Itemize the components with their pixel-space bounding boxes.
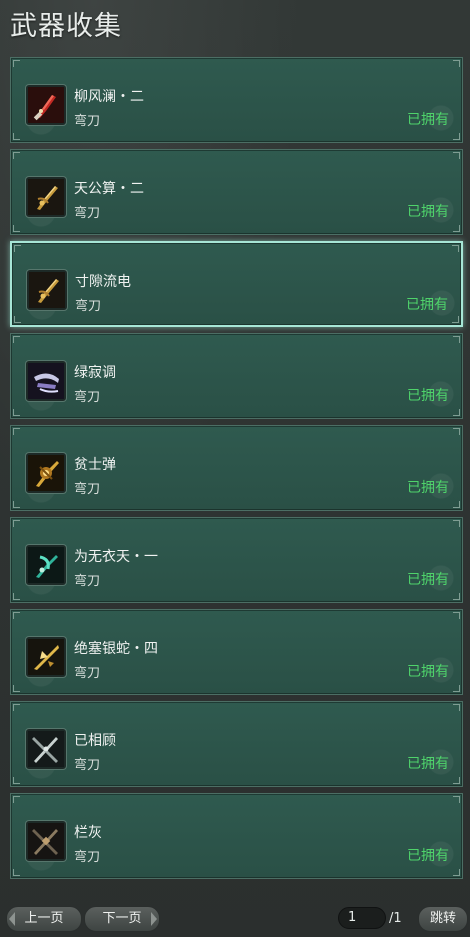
corner-ornament xyxy=(453,152,460,159)
owned-status: 已拥有 xyxy=(407,664,449,680)
weapon-name: 已相顾 xyxy=(74,733,116,749)
corner-ornament xyxy=(13,428,20,435)
corner-ornament xyxy=(453,685,460,692)
weapon-name: 为无衣天・一 xyxy=(74,549,158,565)
teal-blade-icon xyxy=(26,545,66,585)
owned-status: 已拥有 xyxy=(407,480,449,496)
golden-blade-icon xyxy=(26,177,66,217)
corner-ornament xyxy=(453,796,460,803)
prev-page-button[interactable]: 上一页 xyxy=(6,906,82,932)
weapon-name: 绝塞银蛇・四 xyxy=(74,641,158,657)
corner-ornament xyxy=(13,869,20,876)
corner-ornament xyxy=(453,777,460,784)
owned-status: 已拥有 xyxy=(407,388,449,404)
weapon-name: 贫士弹 xyxy=(74,457,116,473)
corner-ornament xyxy=(13,685,20,692)
weapon-type: 弯刀 xyxy=(74,114,101,129)
owned-status: 已拥有 xyxy=(407,204,449,220)
corner-ornament xyxy=(452,245,459,252)
corner-ornament xyxy=(13,593,20,600)
pagination-bar: 上一页 下一页 1 /1 跳转 xyxy=(0,903,470,933)
weapon-card[interactable]: 绝塞银蛇・四 弯刀 已拥有 xyxy=(10,609,463,695)
weapon-name: 栏灰 xyxy=(74,825,102,841)
corner-ornament xyxy=(13,60,20,67)
next-page-label: 下一页 xyxy=(102,911,142,926)
corner-ornament xyxy=(13,336,20,343)
corner-ornament xyxy=(452,316,459,323)
weapon-list: 柳风澜・二 弯刀 已拥有 天公算・二 弯刀 已拥有 寸隙流电 弯刀 已拥有 绿寂… xyxy=(10,57,463,885)
ornate-gold-blade-icon xyxy=(26,453,66,493)
page-title: 武器收集 xyxy=(10,11,122,42)
weapon-card[interactable]: 绿寂调 弯刀 已拥有 xyxy=(10,333,463,419)
corner-ornament xyxy=(453,336,460,343)
corner-ornament xyxy=(453,501,460,508)
gold-winged-blade-icon xyxy=(26,637,66,677)
corner-ornament xyxy=(453,704,460,711)
weapon-card[interactable]: 栏灰 弯刀 已拥有 xyxy=(10,793,463,879)
corner-ornament xyxy=(13,796,20,803)
corner-ornament xyxy=(453,593,460,600)
corner-ornament xyxy=(13,777,20,784)
corner-ornament xyxy=(453,612,460,619)
crossed-dark-daggers-icon xyxy=(26,821,66,861)
corner-ornament xyxy=(453,225,460,232)
corner-ornament xyxy=(13,612,20,619)
owned-status: 已拥有 xyxy=(407,756,449,772)
weapon-type: 弯刀 xyxy=(74,482,101,497)
weapon-card[interactable]: 已相顾 弯刀 已拥有 xyxy=(10,701,463,787)
weapon-type: 弯刀 xyxy=(74,850,101,865)
owned-status: 已拥有 xyxy=(407,112,449,128)
red-curved-blade-icon xyxy=(26,85,66,125)
crossed-daggers-icon xyxy=(26,729,66,769)
weapon-type: 弯刀 xyxy=(74,206,101,221)
corner-ornament xyxy=(14,245,21,252)
weapon-card[interactable]: 为无衣天・一 弯刀 已拥有 xyxy=(10,517,463,603)
corner-ornament xyxy=(13,501,20,508)
weapon-type: 弯刀 xyxy=(75,299,102,314)
weapon-collection-panel: 武器收集 柳风澜・二 弯刀 已拥有 天公算・二 弯刀 已拥有 寸隙流电 弯刀 已… xyxy=(0,0,470,937)
weapon-card-selected[interactable]: 寸隙流电 弯刀 已拥有 xyxy=(10,241,463,327)
corner-ornament xyxy=(453,869,460,876)
corner-ornament xyxy=(13,409,20,416)
owned-status: 已拥有 xyxy=(407,572,449,588)
weapon-type: 弯刀 xyxy=(74,390,101,405)
owned-status: 已拥有 xyxy=(407,848,449,864)
weapon-card[interactable]: 天公算・二 弯刀 已拥有 xyxy=(10,149,463,235)
corner-ornament xyxy=(453,133,460,140)
corner-ornament xyxy=(13,133,20,140)
total-pages: /1 xyxy=(389,911,402,926)
silver-purple-blade-icon xyxy=(26,361,66,401)
corner-ornament xyxy=(13,152,20,159)
corner-ornament xyxy=(453,60,460,67)
weapon-name: 寸隙流电 xyxy=(75,274,131,290)
jump-label: 跳转 xyxy=(429,911,456,926)
corner-ornament xyxy=(14,316,21,323)
weapon-name: 天公算・二 xyxy=(74,181,144,197)
weapon-type: 弯刀 xyxy=(74,758,101,773)
page-number-input[interactable]: 1 xyxy=(338,907,386,929)
weapon-card[interactable]: 贫士弹 弯刀 已拥有 xyxy=(10,425,463,511)
corner-ornament xyxy=(453,520,460,527)
corner-ornament xyxy=(453,409,460,416)
prev-page-label: 上一页 xyxy=(24,911,64,926)
weapon-name: 柳风澜・二 xyxy=(74,89,144,105)
corner-ornament xyxy=(13,520,20,527)
weapon-type: 弯刀 xyxy=(74,574,101,589)
corner-ornament xyxy=(13,704,20,711)
next-page-button[interactable]: 下一页 xyxy=(84,906,160,932)
golden-blade-icon xyxy=(27,270,67,310)
jump-button[interactable]: 跳转 xyxy=(418,906,468,932)
weapon-type: 弯刀 xyxy=(74,666,101,681)
weapon-card[interactable]: 柳风澜・二 弯刀 已拥有 xyxy=(10,57,463,143)
weapon-name: 绿寂调 xyxy=(74,365,116,381)
arrow-left-icon xyxy=(9,912,15,926)
owned-status: 已拥有 xyxy=(406,297,448,313)
arrow-right-icon xyxy=(151,912,157,926)
corner-ornament xyxy=(13,225,20,232)
corner-ornament xyxy=(453,428,460,435)
